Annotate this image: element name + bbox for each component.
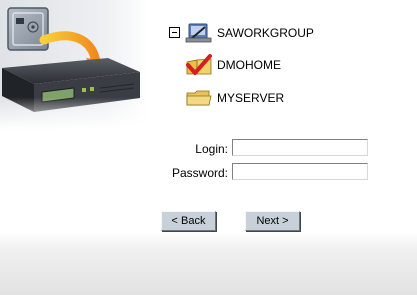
collapse-expander-icon[interactable] xyxy=(169,27,180,38)
tree-node-label: MYSERVER xyxy=(217,91,285,105)
password-input[interactable] xyxy=(232,163,368,180)
login-label: Login: xyxy=(195,142,228,156)
password-label: Password: xyxy=(171,166,228,180)
domain-checked-icon xyxy=(186,54,212,75)
network-workgroup-icon xyxy=(185,23,212,43)
tree-node-label: SAWORKGROUP xyxy=(217,26,314,40)
back-button[interactable]: < Back xyxy=(161,211,216,231)
server-illustration xyxy=(0,0,150,130)
login-input[interactable] xyxy=(232,139,368,156)
folder-icon xyxy=(186,90,212,106)
next-button[interactable]: Next > xyxy=(245,211,300,231)
tree-node-label: DMOHOME xyxy=(217,58,281,72)
